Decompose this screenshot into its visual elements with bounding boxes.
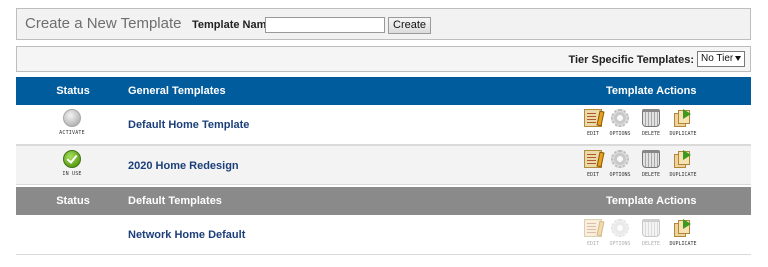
template-actions: EDIT OPTIONS DELETE DUPLICATE xyxy=(578,150,708,182)
status-label: ACTIVATE xyxy=(59,130,85,136)
options-button[interactable]: OPTIONS xyxy=(605,109,635,137)
create-button[interactable]: Create xyxy=(388,17,432,34)
options-button[interactable]: OPTIONS xyxy=(605,150,635,178)
table-row: ACTIVATE Default Home Template EDIT OPTI… xyxy=(16,105,751,145)
template-name-input[interactable] xyxy=(265,17,385,33)
tier-selected-value: No Tier xyxy=(701,53,734,64)
edit-label: EDIT xyxy=(586,241,600,247)
options-label: OPTIONS xyxy=(609,131,631,137)
tier-filter-bar: Tier Specific Templates: No Tier xyxy=(16,46,751,72)
duplicate-icon xyxy=(674,219,692,237)
edit-button: EDIT xyxy=(578,219,608,247)
delete-label: DELETE xyxy=(641,172,661,178)
tier-label: Tier Specific Templates: xyxy=(568,54,694,66)
duplicate-icon xyxy=(674,109,692,127)
activate-button[interactable]: ACTIVATE xyxy=(54,109,90,136)
gear-icon xyxy=(611,219,629,237)
status-column-header: Status xyxy=(56,195,90,207)
template-actions-column-header: Template Actions xyxy=(606,85,697,97)
general-templates-column-header: General Templates xyxy=(128,85,226,97)
edit-label: EDIT xyxy=(586,172,600,178)
template-actions: EDIT OPTIONS DELETE DUPLICATE xyxy=(578,109,708,141)
template-name-link[interactable]: Default Home Template xyxy=(128,119,249,131)
edit-button[interactable]: EDIT xyxy=(578,109,608,137)
options-label: OPTIONS xyxy=(609,172,631,178)
default-templates-header: Status Default Templates Template Action… xyxy=(16,187,751,215)
status-column-header: Status xyxy=(56,85,90,97)
status-label: IN USE xyxy=(62,171,82,177)
default-templates-column-header: Default Templates xyxy=(128,195,222,207)
duplicate-button[interactable]: DUPLICATE xyxy=(666,109,700,137)
gear-icon xyxy=(611,150,629,168)
options-button: OPTIONS xyxy=(605,219,635,247)
table-row: IN USE 2020 Home Redesign EDIT OPTIONS D… xyxy=(16,145,751,185)
edit-button[interactable]: EDIT xyxy=(578,150,608,178)
template-name-label: Template Name: xyxy=(192,19,277,31)
template-actions-column-header: Template Actions xyxy=(606,195,697,207)
duplicate-label: DUPLICATE xyxy=(669,131,697,137)
edit-icon xyxy=(584,219,602,237)
delete-button: DELETE xyxy=(636,219,666,247)
inactive-circle-icon xyxy=(63,109,81,127)
template-name-link[interactable]: Network Home Default xyxy=(128,229,245,241)
tier-select[interactable]: No Tier xyxy=(697,51,745,67)
trash-can-icon xyxy=(642,150,660,168)
green-check-icon xyxy=(63,150,81,168)
dropdown-caret-icon xyxy=(735,56,741,61)
options-label: OPTIONS xyxy=(609,241,631,247)
trash-can-icon xyxy=(642,109,660,127)
page-title: Create a New Template xyxy=(25,15,182,32)
delete-label: DELETE xyxy=(641,241,661,247)
gear-icon xyxy=(611,109,629,127)
table-row: Network Home Default EDIT OPTIONS DELETE… xyxy=(16,215,751,255)
duplicate-label: DUPLICATE xyxy=(669,172,697,178)
delete-label: DELETE xyxy=(641,131,661,137)
delete-button[interactable]: DELETE xyxy=(636,109,666,137)
duplicate-button[interactable]: DUPLICATE xyxy=(666,150,700,178)
general-templates-header: Status General Templates Template Action… xyxy=(16,77,751,105)
delete-button[interactable]: DELETE xyxy=(636,150,666,178)
edit-icon xyxy=(584,150,602,168)
edit-label: EDIT xyxy=(586,131,600,137)
create-template-bar: Create a New Template Template Name: Cre… xyxy=(16,8,751,40)
trash-can-icon xyxy=(642,219,660,237)
duplicate-button[interactable]: DUPLICATE xyxy=(666,219,700,247)
template-actions: EDIT OPTIONS DELETE DUPLICATE xyxy=(578,219,708,251)
template-name-link[interactable]: 2020 Home Redesign xyxy=(128,160,239,172)
duplicate-label: DUPLICATE xyxy=(669,241,697,247)
edit-icon xyxy=(584,109,602,127)
duplicate-icon xyxy=(674,150,692,168)
in-use-status: IN USE xyxy=(54,150,90,177)
